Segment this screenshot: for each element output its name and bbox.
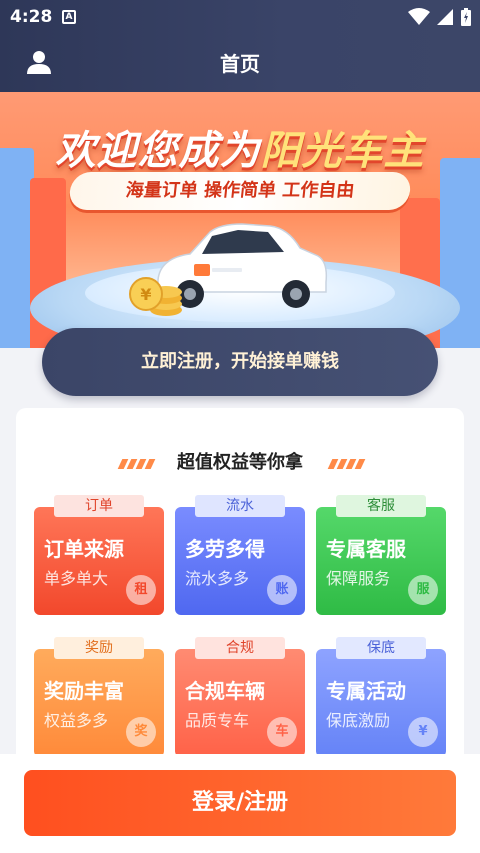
banner-title: 欢迎您成为阳光车主 <box>0 118 480 176</box>
benefit-desc: 保底激励 <box>326 711 391 730</box>
register-cta-button[interactable]: 立即注册，开始接单赚钱 <box>42 328 438 396</box>
benefit-tag: 流水 <box>195 495 285 517</box>
banner-title-part1: 欢迎您成为 <box>55 128 261 174</box>
benefit-tile-rewards[interactable]: 奖励 奖励丰富 权益多多 奖 <box>34 637 164 757</box>
banner-decoration <box>0 148 34 348</box>
rent-icon: 租 <box>126 575 156 605</box>
banner-title-part2: 阳光车主 <box>260 128 425 174</box>
benefit-title: 专属客服 <box>326 537 406 561</box>
money-bag-icon: 奖 <box>126 717 156 747</box>
page-title: 首页 <box>220 52 260 76</box>
yuan-icon: ¥ <box>408 717 438 747</box>
benefit-tile-compliance[interactable]: 合规 合规车辆 品质专车 车 <box>175 637 305 757</box>
benefit-tag: 保底 <box>336 637 426 659</box>
benefits-heading: 超值权益等你拿 <box>177 452 303 473</box>
ledger-icon: 账 <box>267 575 297 605</box>
login-register-button[interactable]: 登录/注册 <box>24 770 456 836</box>
benefit-tag: 奖励 <box>54 637 144 659</box>
benefit-title: 专属活动 <box>326 679 406 703</box>
service-icon: 服 <box>408 575 438 605</box>
signal-icon <box>437 9 453 25</box>
benefit-tile-service[interactable]: 客服 专属客服 保障服务 服 <box>316 495 446 615</box>
benefit-desc: 品质专车 <box>185 711 250 730</box>
svg-text:¥: ¥ <box>140 285 151 304</box>
benefit-title: 多劳多得 <box>185 537 265 561</box>
benefit-desc: 流水多多 <box>185 569 250 588</box>
notification-icon: A <box>62 10 76 24</box>
car-icon: 车 <box>267 717 297 747</box>
status-bar: 4:28 A <box>0 0 480 34</box>
benefit-title: 订单来源 <box>44 537 124 561</box>
benefit-tile-orders[interactable]: 订单 订单来源 单多单大 租 <box>34 495 164 615</box>
banner-subtitle: 海量订单 操作简单 工作自由 <box>68 172 412 210</box>
benefit-desc: 权益多多 <box>44 711 109 730</box>
benefit-tag: 客服 <box>336 495 426 517</box>
battery-icon <box>461 8 471 26</box>
status-time: 4:28 <box>10 7 53 27</box>
heading-decoration-right <box>327 454 374 469</box>
benefit-title: 奖励丰富 <box>44 679 124 703</box>
coins-icon: ¥ <box>129 277 182 316</box>
benefit-desc: 单多单大 <box>44 569 109 588</box>
benefit-tile-earnings[interactable]: 流水 多劳多得 流水多多 账 <box>175 495 305 615</box>
benefit-tag: 订单 <box>54 495 144 517</box>
benefit-tag: 合规 <box>195 637 285 659</box>
benefit-title: 合规车辆 <box>185 679 265 703</box>
wifi-icon <box>408 8 430 25</box>
app-header: 4:28 A 首页 <box>0 0 480 92</box>
promo-banner[interactable]: 欢迎您成为阳光车主 海量订单 操作简单 工作自由 ¥ <box>0 92 480 348</box>
benefit-desc: 保障服务 <box>326 569 391 588</box>
benefit-tile-activities[interactable]: 保底 专属活动 保底激励 ¥ <box>316 637 446 757</box>
